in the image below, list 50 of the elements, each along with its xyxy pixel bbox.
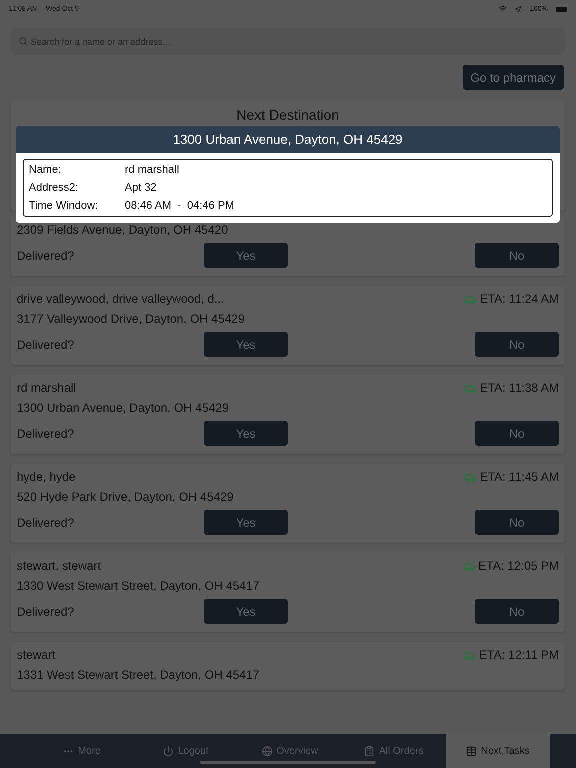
no-button[interactable]: No xyxy=(475,599,559,624)
tab[interactable]: Logout xyxy=(134,734,238,768)
delivered-label: Delivered? xyxy=(17,516,76,530)
yes-button[interactable]: Yes xyxy=(204,332,288,357)
eta-text: ETA: 12:05 PM xyxy=(478,559,559,573)
pharmacy-button[interactable]: Go to pharmacy xyxy=(462,65,564,90)
recipient-name: stewart xyxy=(17,648,56,662)
no-button[interactable]: No xyxy=(475,243,559,268)
tab[interactable]: Overview xyxy=(238,734,342,768)
address-text: 2309 Fields Avenue, Dayton, OH 45420 xyxy=(17,223,230,237)
address-text: 1331 West Stewart Street, Dayton, OH 45417 xyxy=(17,668,261,682)
tab[interactable]: More xyxy=(30,734,134,768)
no-button[interactable]: No xyxy=(475,421,559,446)
eta-text: ETA: 11:38 AM xyxy=(480,381,559,395)
delivered-label: Delivered? xyxy=(17,338,76,352)
yes-button[interactable]: Yes xyxy=(204,243,288,268)
eta-text: ETA: 12:11 PM xyxy=(479,648,559,662)
recipient-name: hyde, hyde xyxy=(17,470,76,484)
detail-label: Time Window: xyxy=(29,200,100,212)
battery-icon xyxy=(556,6,567,12)
no-button[interactable]: No xyxy=(475,510,559,535)
delivered-label: Delivered? xyxy=(17,248,76,262)
logout-icon xyxy=(163,746,174,756)
location-icon xyxy=(515,6,522,12)
yes-button[interactable]: Yes xyxy=(204,421,288,446)
recipient-name: drive valleywood, drive valleywood, d... xyxy=(17,292,224,306)
address-text: 3177 Valleywood Drive, Dayton, OH 45429 xyxy=(17,312,246,326)
detail-label: Address2: xyxy=(29,182,80,194)
tab[interactable]: Next Tasks xyxy=(446,734,550,768)
detail-label: Name: xyxy=(29,164,62,176)
recipient-name: rd marshall xyxy=(17,381,76,395)
detail-value: 08:46 AM - 04:46 PM xyxy=(125,200,236,212)
wifi-icon xyxy=(499,5,508,13)
detail-value: Apt 32 xyxy=(125,182,158,194)
address-text: 1330 West Stewart Street, Dayton, OH 45417 xyxy=(17,579,261,593)
address-text: 1300 Urban Avenue, Dayton, OH 45429 xyxy=(17,401,230,415)
no-button[interactable]: No xyxy=(475,332,559,357)
recipient-name: stewart, stewart xyxy=(17,559,102,573)
yes-button[interactable]: Yes xyxy=(204,599,288,624)
eta-text: ETA: 11:24 AM xyxy=(480,292,559,306)
search-icon xyxy=(19,37,28,46)
delivered-label: Delivered? xyxy=(17,426,76,440)
delivered-label: Delivered? xyxy=(17,604,76,618)
detail-value: rd marshall xyxy=(125,164,180,176)
tab[interactable]: All Orders xyxy=(342,734,446,768)
eta-text: ETA: 11:45 AM xyxy=(480,470,559,484)
address-text: 520 Hyde Park Drive, Dayton, OH 45429 xyxy=(17,490,235,504)
popup-title: 1300 Urban Avenue, Dayton, OH 45429 xyxy=(173,132,403,147)
yes-button[interactable]: Yes xyxy=(204,510,288,535)
card-title: Next Destination xyxy=(236,107,340,123)
